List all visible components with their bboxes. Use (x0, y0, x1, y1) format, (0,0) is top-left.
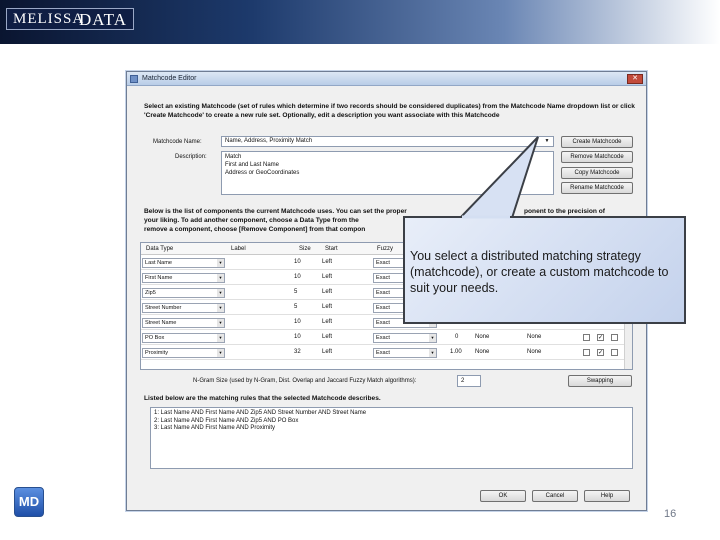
callout-pointer-overlay (462, 215, 510, 219)
